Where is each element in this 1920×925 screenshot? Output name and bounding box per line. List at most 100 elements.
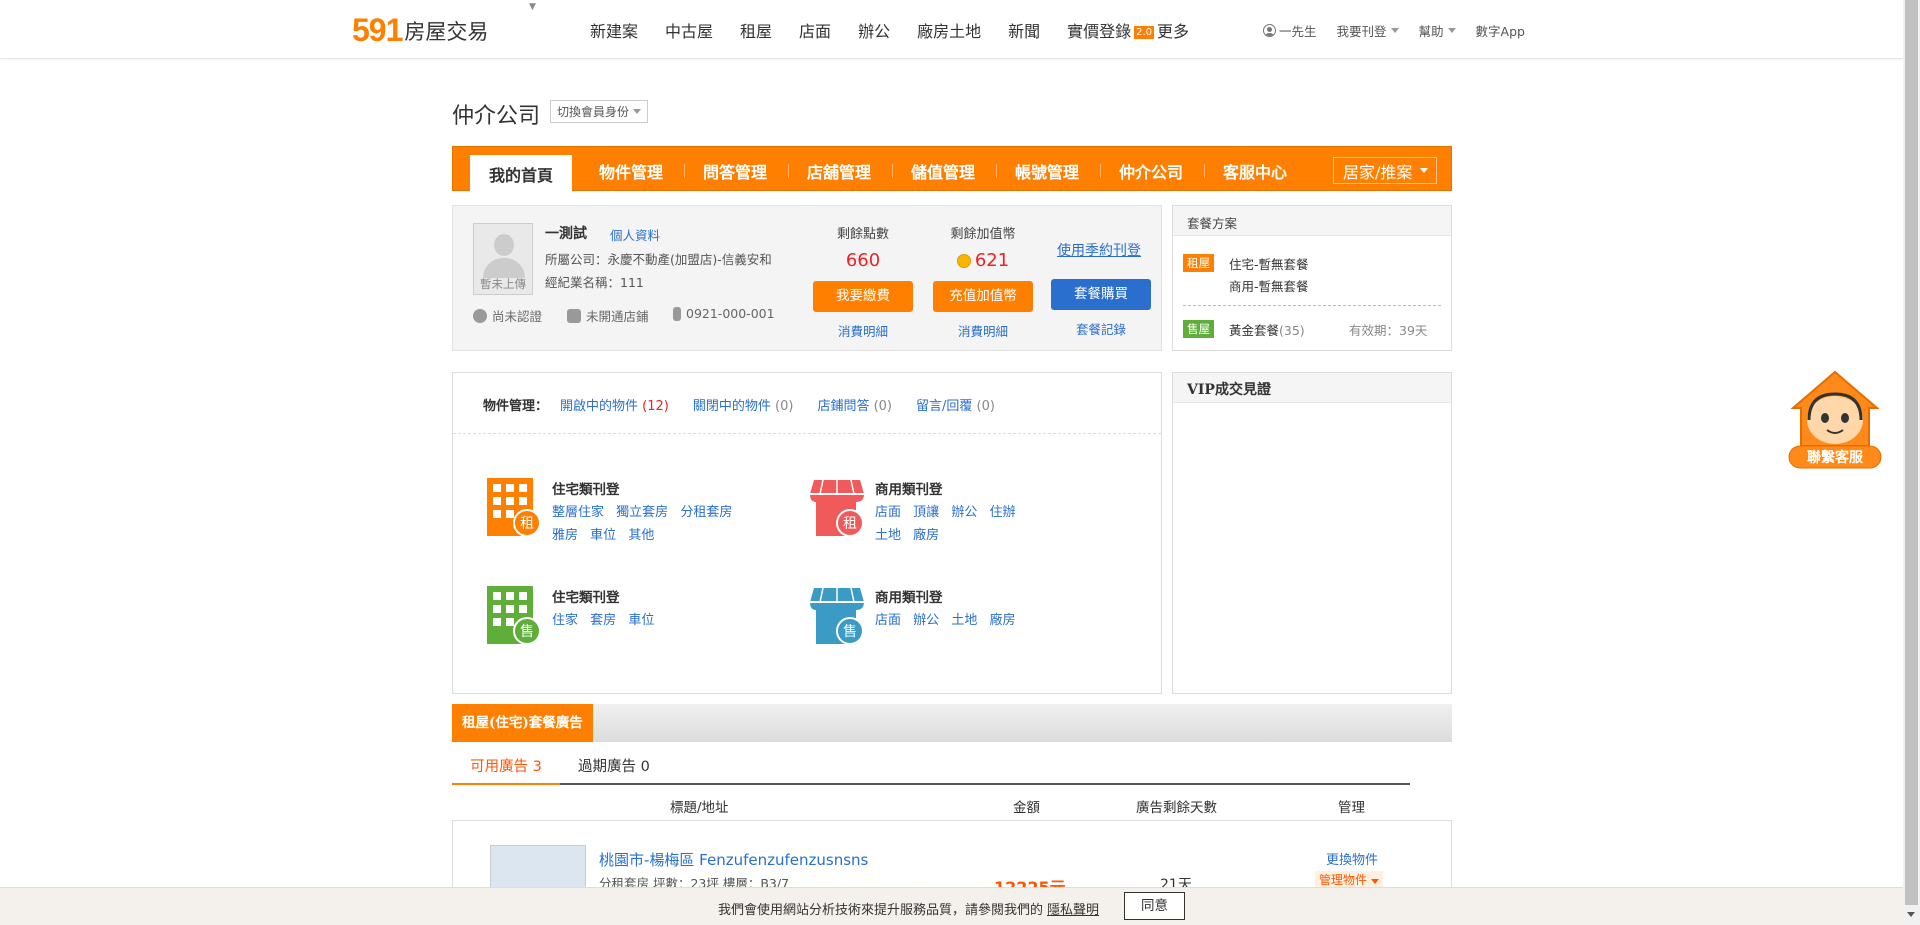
- tab-account[interactable]: 帳號管理: [1015, 159, 1079, 183]
- user-menu[interactable]: 一先生: [1263, 21, 1317, 40]
- messages-count: (0): [976, 399, 995, 414]
- category-links: 店面 辦公 土地 廠房: [875, 609, 1105, 632]
- use-contract-link[interactable]: 使用季約刊登: [1057, 240, 1141, 260]
- package-panel: 套餐方案 租屋 住宅-暫無套餐 商用-暫無套餐 售屋 黃金套餐(35) 有效期：…: [1172, 205, 1452, 351]
- nav-more[interactable]: 更多: [1157, 18, 1189, 42]
- chevron-down-icon: [1420, 168, 1429, 173]
- link-room[interactable]: 雅房: [552, 528, 578, 543]
- coins-detail-link[interactable]: 消費明細: [933, 321, 1033, 340]
- buy-package-button[interactable]: 套餐購買: [1051, 279, 1151, 310]
- page-scrollbar[interactable]: [1903, 0, 1920, 925]
- header-manage: 管理: [1338, 800, 1365, 816]
- store-status[interactable]: 未開通店鋪: [567, 306, 649, 325]
- store-qa-count: (0): [873, 399, 893, 414]
- link-land[interactable]: 土地: [875, 528, 901, 543]
- nav-new-build[interactable]: 新建案: [590, 18, 638, 42]
- link-studio[interactable]: 獨立套房: [616, 505, 668, 520]
- tab-store[interactable]: 店舖管理: [807, 159, 871, 183]
- link-shop[interactable]: 店面: [875, 613, 901, 628]
- package-divider: [1183, 305, 1441, 306]
- link-whole-floor[interactable]: 整層住家: [552, 505, 604, 520]
- tab-expired-ads[interactable]: 過期廣告 0: [578, 752, 650, 785]
- building-rent-icon[interactable]: 租: [487, 478, 541, 538]
- switch-role-label: 切換會員身份: [557, 105, 630, 119]
- link-other[interactable]: 其他: [628, 528, 654, 543]
- post-menu[interactable]: 我要刊登: [1337, 21, 1399, 40]
- privacy-link[interactable]: 隱私聲明: [1047, 903, 1099, 918]
- tab-deposit[interactable]: 儲值管理: [911, 159, 975, 183]
- link-suite[interactable]: 套房: [590, 613, 616, 628]
- phone-icon: [673, 306, 681, 321]
- store-qa-link[interactable]: 店鋪問答 (0): [817, 395, 892, 414]
- pay-button[interactable]: 我要繳費: [813, 281, 913, 312]
- ad-section-bar: 租屋(住宅)套餐廣告: [452, 704, 1452, 742]
- tab-home[interactable]: 我的首頁: [470, 155, 572, 192]
- points-label: 剩餘點數: [836, 227, 889, 242]
- link-office[interactable]: 辦公: [913, 613, 939, 628]
- shop-rent-icon[interactable]: 租: [810, 478, 864, 538]
- manage-property-dropdown[interactable]: 管理物件: [1315, 871, 1384, 888]
- link-factory[interactable]: 廠房: [913, 528, 939, 543]
- post-menu-label: 我要刊登: [1336, 24, 1387, 39]
- profile-link[interactable]: 個人資料: [610, 225, 660, 244]
- points-detail-link[interactable]: 消費明細: [813, 321, 913, 340]
- nav-rent[interactable]: 租屋: [740, 18, 772, 42]
- rent-commercial-package: 商用-暫無套餐: [1229, 279, 1309, 294]
- link-parking[interactable]: 車位: [590, 528, 616, 543]
- cookie-accept-button[interactable]: 同意: [1124, 892, 1185, 920]
- tab-agency[interactable]: 仲介公司: [1119, 159, 1183, 183]
- nav-used-house[interactable]: 中古屋: [665, 18, 713, 42]
- messages-link[interactable]: 留言/回覆 (0): [916, 395, 995, 414]
- link-parking[interactable]: 車位: [628, 613, 654, 628]
- ad-property-title[interactable]: 桃園市-楊梅區 Fenzufenzufenzusnsns: [599, 849, 868, 870]
- app-link[interactable]: 數字App: [1476, 21, 1525, 40]
- category-select[interactable]: 居家/推案: [1333, 157, 1437, 184]
- link-land[interactable]: 土地: [951, 613, 977, 628]
- switch-role-select[interactable]: 切換會員身份: [550, 100, 649, 123]
- scroll-down-arrow-icon[interactable]: [1907, 912, 1915, 917]
- site-logo[interactable]: 591 房屋交易: [352, 12, 488, 46]
- logo-number: 591: [352, 12, 403, 48]
- user-name: 一先生: [1279, 24, 1317, 39]
- nav-shop[interactable]: 店面: [799, 18, 831, 42]
- shop-sale-icon[interactable]: 售: [810, 586, 864, 646]
- package-record-link[interactable]: 套餐記錄: [1051, 319, 1151, 338]
- phone-number-label: 0921-000-001: [686, 306, 775, 321]
- closed-properties-label: 關閉中的物件: [692, 399, 771, 414]
- tab-qa[interactable]: 問答管理: [703, 159, 767, 183]
- cert-status[interactable]: 尚未認證: [473, 306, 542, 325]
- tab-separator: [892, 164, 893, 178]
- avatar-body-icon: [483, 258, 525, 278]
- scrollbar-thumb[interactable]: [1905, 0, 1918, 905]
- closed-properties-link[interactable]: 關閉中的物件 (0): [693, 395, 794, 414]
- avatar[interactable]: 暫未上傳: [473, 223, 533, 295]
- nav-factory-land[interactable]: 廠房土地: [917, 18, 981, 42]
- help-menu[interactable]: 幫助: [1419, 21, 1456, 40]
- link-home-office[interactable]: 住辦: [989, 505, 1015, 520]
- building-sale-icon[interactable]: 售: [487, 586, 541, 646]
- link-factory[interactable]: 廠房: [989, 613, 1015, 628]
- recharge-button[interactable]: 充值加值幣: [933, 281, 1033, 312]
- nav-price-register[interactable]: 實價登錄 2.0: [1067, 18, 1157, 42]
- tab-available-ads[interactable]: 可用廣告 3: [452, 752, 560, 785]
- link-transfer[interactable]: 頂讓: [913, 505, 939, 520]
- link-office[interactable]: 辦公: [951, 505, 977, 520]
- tab-property[interactable]: 物件管理: [599, 159, 663, 183]
- customer-service-widget[interactable]: 聯繫客服: [1787, 368, 1883, 470]
- svg-text:租: 租: [843, 516, 857, 532]
- link-shop[interactable]: 店面: [875, 505, 901, 520]
- manage-property-label: 管理物件: [1319, 873, 1368, 887]
- nav-news[interactable]: 新聞: [1008, 18, 1040, 42]
- svg-text:售: 售: [843, 624, 857, 640]
- nav-office[interactable]: 辦公: [858, 18, 890, 42]
- tab-service[interactable]: 客服中心: [1223, 159, 1287, 183]
- change-property-link[interactable]: 更換物件: [1326, 849, 1378, 868]
- logo-dropdown-icon[interactable]: ▼: [529, 2, 536, 12]
- link-house[interactable]: 住家: [552, 613, 578, 628]
- header-title-address: 標題/地址: [670, 800, 729, 816]
- category-links: 店面 頂讓 辦公 住辦 土地 廠房: [875, 501, 1105, 547]
- sale-package: 黃金套餐(35): [1229, 320, 1305, 339]
- category-links: 整層住家 獨立套房 分租套房 雅房 車位 其他: [552, 501, 782, 547]
- open-properties-link[interactable]: 開啟中的物件 (12): [560, 395, 669, 414]
- link-shared-suite[interactable]: 分租套房: [680, 505, 732, 520]
